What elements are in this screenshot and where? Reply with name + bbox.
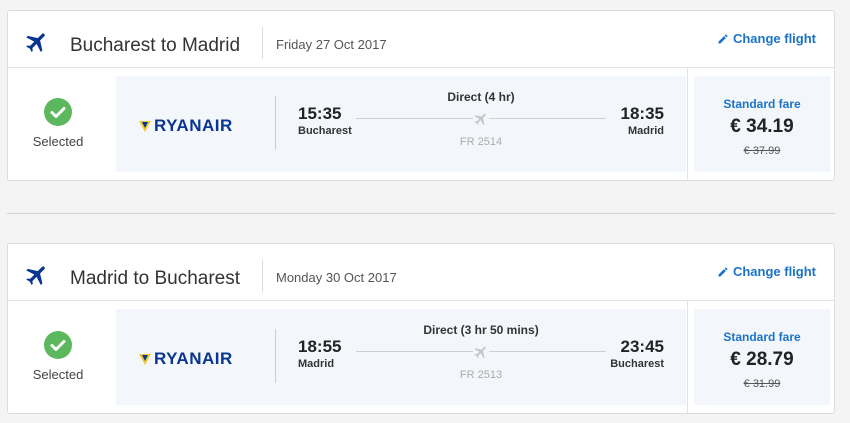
fare-type: Standard fare <box>723 97 801 111</box>
departure-city: Madrid <box>298 358 335 370</box>
fare-price: € 34.19 <box>730 116 794 137</box>
header-divider <box>262 260 263 292</box>
arrival-time: 18:35 <box>620 104 664 123</box>
fare-price: € 28.79 <box>730 349 794 370</box>
card-body: Selected RYANAIR 15:35 Bucharest Direct … <box>8 68 834 180</box>
plane-icon <box>473 344 489 360</box>
selected-label: Selected <box>32 134 84 149</box>
flight-card-return: Madrid to Bucharest Monday 30 Oct 2017 C… <box>7 243 835 414</box>
fare-box[interactable]: Standard fare € 34.19 € 37.99 <box>694 76 830 172</box>
header-divider <box>262 27 263 59</box>
fare-column: Standard fare € 34.19 € 37.99 <box>687 68 836 180</box>
change-flight-link[interactable]: Change flight <box>717 264 816 279</box>
fare-type: Standard fare <box>723 330 801 344</box>
flight-details[interactable]: RYANAIR 18:55 Madrid Direct (3 hr 50 min… <box>116 309 686 405</box>
departure-time: 18:55 <box>298 337 342 356</box>
harp-icon <box>139 354 151 365</box>
change-flight-label: Change flight <box>732 264 816 279</box>
airline-name: RYANAIR <box>154 349 233 368</box>
flight-date: Friday 27 Oct 2017 <box>276 37 387 52</box>
plane-icon <box>473 111 489 127</box>
check-circle-icon <box>44 98 72 126</box>
departure-city: Bucharest <box>298 125 352 137</box>
route-title: Bucharest to Madrid <box>70 35 241 56</box>
check-circle-icon <box>44 331 72 359</box>
plane-icon <box>26 33 45 52</box>
airline-logo: RYANAIR <box>138 116 233 136</box>
fare-original-price: € 31.99 <box>743 378 781 390</box>
pencil-icon <box>718 266 728 276</box>
fare-column: Standard fare € 28.79 € 31.99 <box>687 301 836 413</box>
arrival-time: 23:45 <box>620 337 664 356</box>
selected-label: Selected <box>32 367 84 382</box>
flight-card-outbound: Bucharest to Madrid Friday 27 Oct 2017 C… <box>7 10 835 181</box>
flight-duration: Direct (4 hr) <box>447 90 515 104</box>
card-header: Madrid to Bucharest Monday 30 Oct 2017 C… <box>8 244 834 301</box>
selection-status: Selected <box>8 68 114 180</box>
plane-icon <box>26 266 45 285</box>
arrival-city: Bucharest <box>610 358 664 370</box>
change-flight-link[interactable]: Change flight <box>717 31 816 46</box>
flight-duration: Direct (3 hr 50 mins) <box>423 323 539 337</box>
flight-number: FR 2513 <box>459 369 503 381</box>
departure-time: 15:35 <box>298 104 342 123</box>
panel-divider <box>275 329 276 383</box>
selection-status: Selected <box>8 301 114 413</box>
card-header: Bucharest to Madrid Friday 27 Oct 2017 C… <box>8 11 834 68</box>
route-title: Madrid to Bucharest <box>70 268 241 289</box>
airline-logo: RYANAIR <box>138 349 233 369</box>
flight-date: Monday 30 Oct 2017 <box>276 270 397 285</box>
flight-number: FR 2514 <box>459 136 503 148</box>
section-divider <box>7 213 835 214</box>
fare-original-price: € 37.99 <box>743 145 781 157</box>
arrival-city: Madrid <box>627 125 664 137</box>
harp-icon <box>139 121 151 132</box>
change-flight-label: Change flight <box>732 31 816 46</box>
fare-box[interactable]: Standard fare € 28.79 € 31.99 <box>694 309 830 405</box>
flight-details[interactable]: RYANAIR 15:35 Bucharest Direct (4 hr) FR… <box>116 76 686 172</box>
airline-name: RYANAIR <box>154 116 233 135</box>
pencil-icon <box>718 33 728 43</box>
card-body: Selected RYANAIR 18:55 Madrid Direct (3 … <box>8 301 834 413</box>
panel-divider <box>275 96 276 150</box>
